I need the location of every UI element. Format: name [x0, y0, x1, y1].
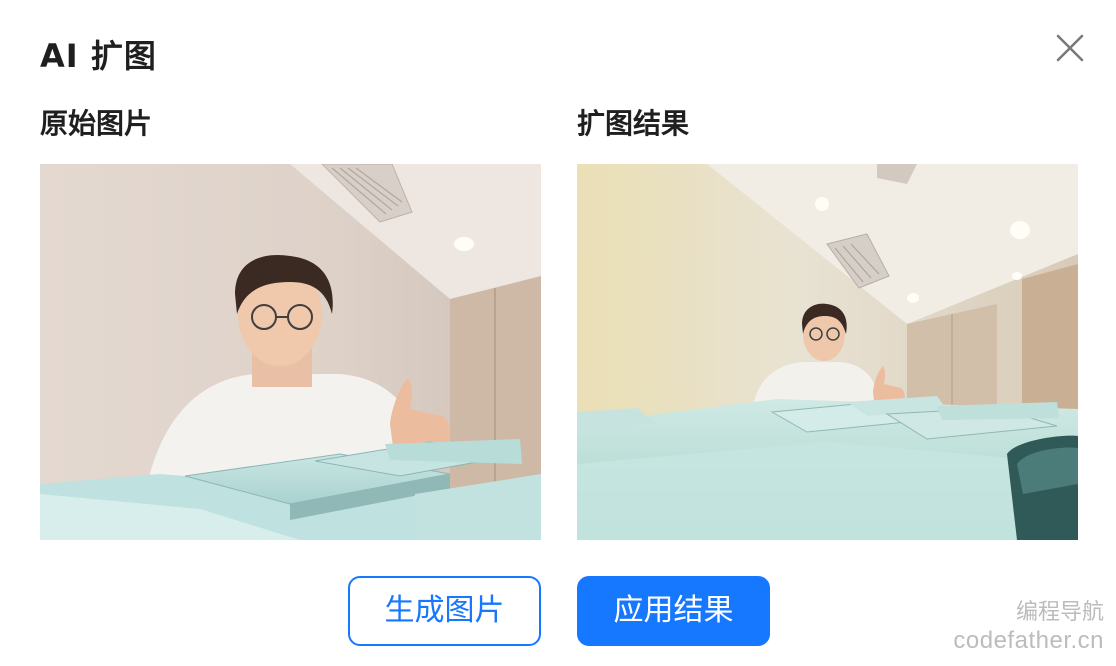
- ai-outpaint-dialog: AI 扩图 原始图片 扩图结果 生成图片 应用结果 编程导航 codefathe…: [0, 0, 1116, 666]
- dialog-title: AI 扩图: [40, 37, 157, 75]
- result-image: [577, 164, 1078, 540]
- close-button[interactable]: [1050, 28, 1090, 68]
- watermark-url: codefather.cn: [953, 627, 1104, 654]
- original-image-label: 原始图片: [40, 107, 153, 140]
- result-image-label: 扩图结果: [577, 107, 690, 140]
- close-icon: [1056, 34, 1084, 62]
- apply-result-button[interactable]: 应用结果: [577, 576, 770, 646]
- watermark-title: 编程导航: [1015, 599, 1104, 624]
- watermark: 编程导航 codefather.cn: [953, 598, 1104, 656]
- original-image: [40, 164, 541, 540]
- generate-image-button[interactable]: 生成图片: [348, 576, 541, 646]
